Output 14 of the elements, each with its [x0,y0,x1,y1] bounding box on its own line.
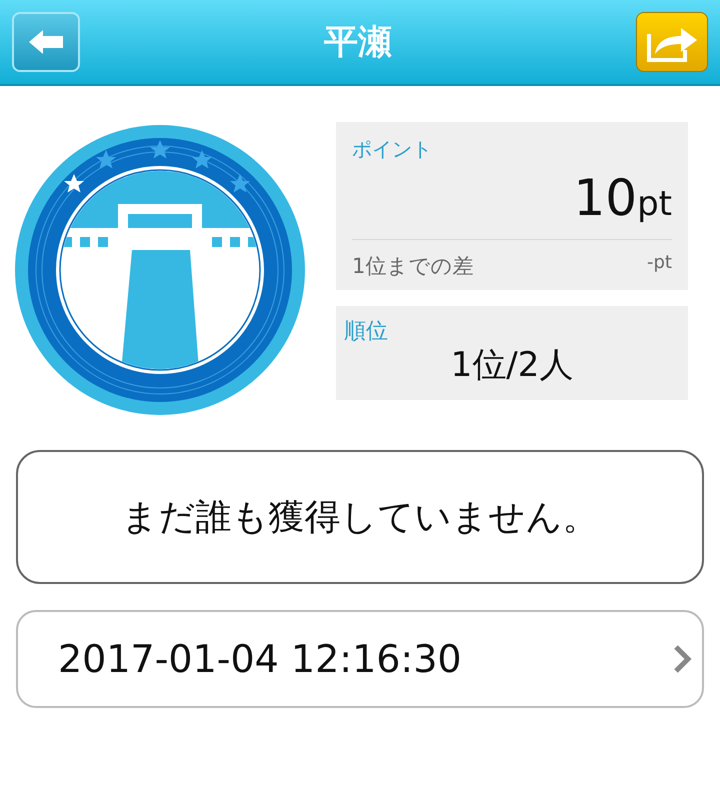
points-label: ポイント [352,136,433,163]
points-value: 10 [573,169,638,227]
message-text: まだ誰も獲得していません。 [122,496,598,540]
chevron-right-icon [672,643,692,675]
gap-value: -pt [647,252,672,275]
page-title: 平瀬 [324,21,392,64]
back-button[interactable] [12,12,80,72]
share-button[interactable] [636,12,708,72]
back-arrow-icon [27,28,65,56]
gap-label: 1位までの差 [352,253,474,280]
rank-value: 1位/2人 [450,344,574,387]
rank-label: 順位 [344,318,389,346]
points-unit: pt [637,184,672,224]
date-row[interactable]: 2017-01-04 12:16:30 [16,610,704,708]
